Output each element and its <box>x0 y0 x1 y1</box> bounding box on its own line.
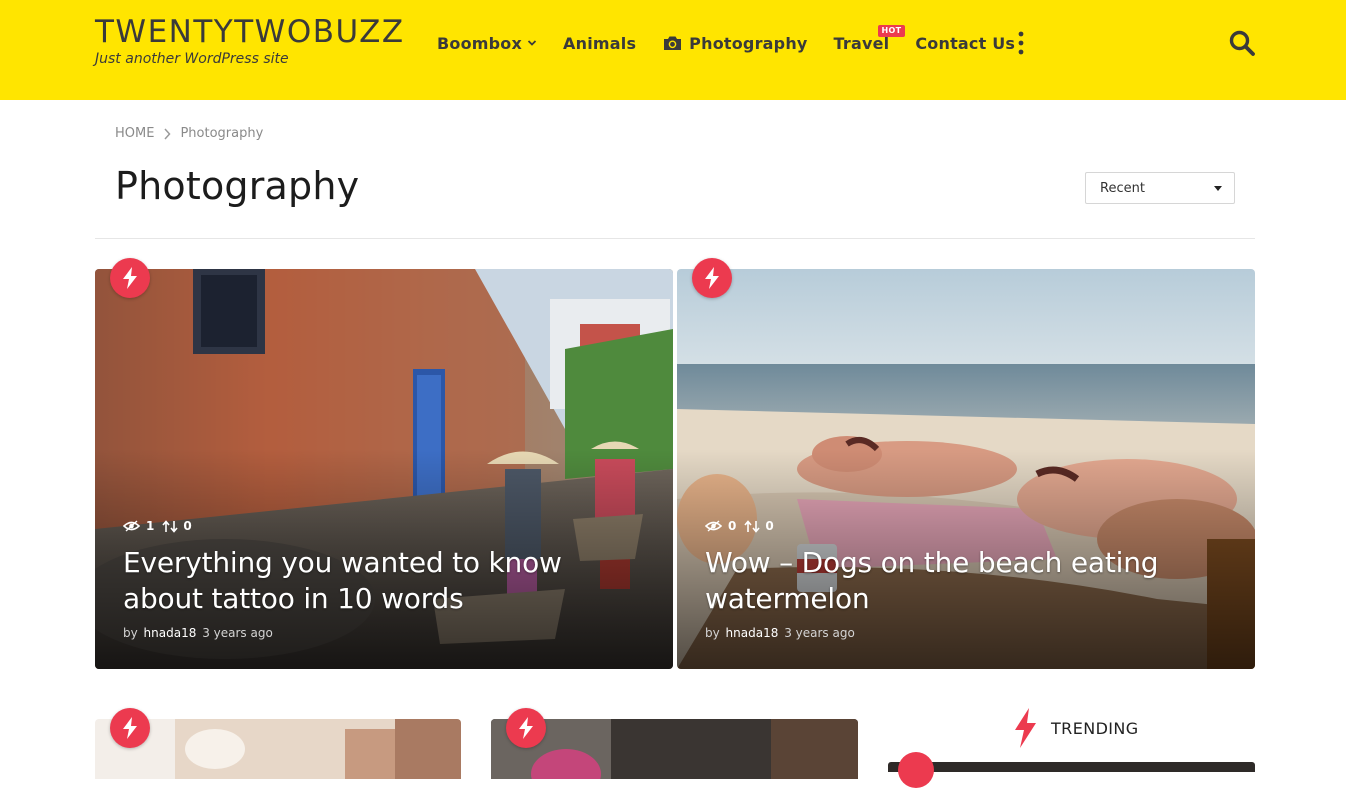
post-author[interactable]: hnada18 <box>144 626 197 640</box>
post-title[interactable]: Wow – Dogs on the beach eating watermelo… <box>705 545 1215 617</box>
post-card[interactable] <box>491 719 858 779</box>
trending-badge <box>110 258 150 298</box>
search-icon[interactable] <box>1228 29 1256 57</box>
views-count: 1 <box>146 519 155 533</box>
camera-icon <box>664 36 682 50</box>
post-time: 3 years ago <box>202 626 273 640</box>
divider <box>95 238 1255 239</box>
breadcrumb-home[interactable]: HOME <box>115 126 154 141</box>
trending-badge <box>110 708 150 748</box>
trending-post-thumbnail[interactable] <box>888 762 1255 772</box>
trending-badge <box>692 258 732 298</box>
post-title[interactable]: Everything you wanted to know about tatt… <box>123 545 633 617</box>
chevron-right-icon <box>164 127 171 140</box>
post-byline: by hnada18 3 years ago <box>123 626 273 640</box>
byline-prefix: by <box>123 626 138 640</box>
nav-item-label: Animals <box>563 33 637 53</box>
nav-item-travel[interactable]: Travel HOT <box>834 24 906 53</box>
shares-count: 0 <box>183 519 192 533</box>
chevron-down-icon <box>527 40 537 46</box>
lightning-icon <box>123 267 137 289</box>
post-thumbnail <box>491 719 858 779</box>
sort-select[interactable]: Recent <box>1085 172 1235 204</box>
vertical-dots-icon[interactable] <box>1015 30 1027 56</box>
post-stats: 0 0 <box>705 519 774 533</box>
header-torn-edge <box>0 84 1346 96</box>
post-time: 3 years ago <box>784 626 855 640</box>
nav-item-label: Photography <box>689 33 808 53</box>
site-logo[interactable]: TWENTYTWOBUZZ Just another WordPress sit… <box>95 14 405 67</box>
breadcrumb: HOME Photography <box>115 126 263 141</box>
trending-badge <box>898 752 934 788</box>
lightning-icon <box>705 267 719 289</box>
page-title: Photography <box>115 164 360 208</box>
caret-down-icon <box>1214 186 1222 191</box>
byline-prefix: by <box>705 626 720 640</box>
post-stats: 1 0 <box>123 519 192 533</box>
nav-item-label: Contact Us <box>915 33 1016 53</box>
lightning-icon <box>123 717 137 739</box>
eye-icon <box>123 520 140 532</box>
share-arrows-icon <box>744 519 760 533</box>
main-nav: Boombox Animals Photography Travel HOT C… <box>437 24 1041 56</box>
trending-heading: TRENDING <box>1012 708 1139 748</box>
site-tagline: Just another WordPress site <box>95 51 289 67</box>
site-title[interactable]: TWENTYTWOBUZZ <box>95 14 405 50</box>
lightning-icon <box>1015 708 1036 748</box>
post-author[interactable]: hnada18 <box>726 626 779 640</box>
shares-count: 0 <box>765 519 774 533</box>
post-card[interactable]: 1 0 Everything you wanted to know about … <box>95 269 673 669</box>
trending-badge <box>506 708 546 748</box>
post-byline: by hnada18 3 years ago <box>705 626 855 640</box>
nav-item-contact[interactable]: Contact Us <box>915 34 1015 53</box>
sort-selected-value: Recent <box>1100 180 1145 196</box>
nav-item-label: Boombox <box>437 33 523 53</box>
nav-item-boombox[interactable]: Boombox <box>437 34 537 53</box>
share-arrows-icon <box>162 519 178 533</box>
nav-item-photography[interactable]: Photography <box>662 34 807 53</box>
trending-label: TRENDING <box>1051 718 1139 738</box>
lightning-icon <box>519 717 533 739</box>
post-card[interactable]: 0 0 Wow – Dogs on the beach eating water… <box>677 269 1255 669</box>
views-count: 0 <box>728 519 737 533</box>
eye-icon <box>705 520 722 532</box>
hot-badge: HOT <box>877 24 906 37</box>
breadcrumb-current: Photography <box>180 126 264 141</box>
nav-item-animals[interactable]: Animals <box>563 34 636 53</box>
